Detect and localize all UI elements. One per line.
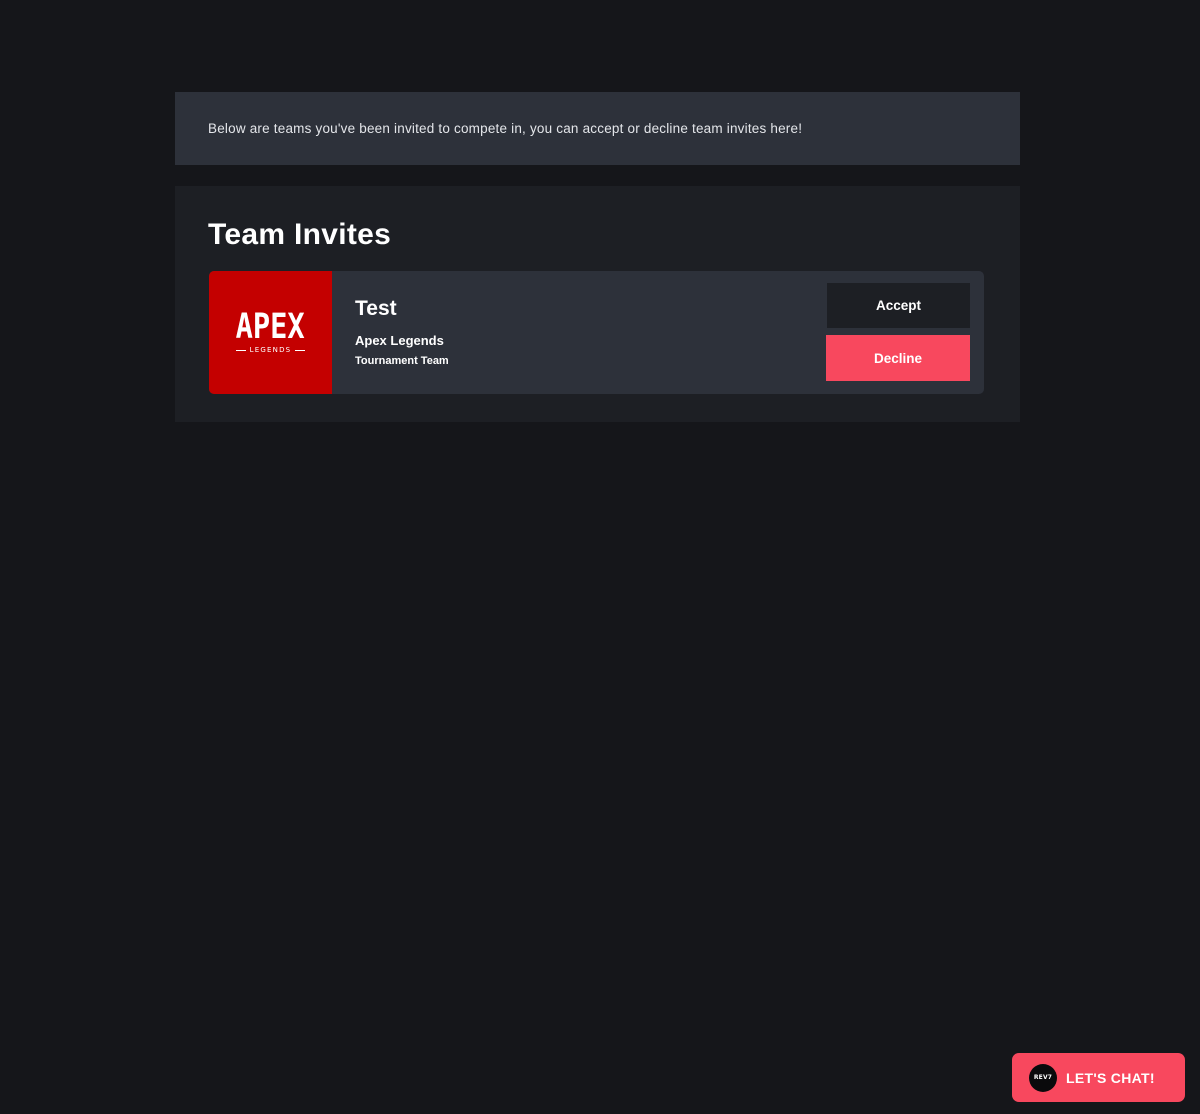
section-title: Team Invites — [208, 218, 392, 251]
logo-subline: LEGENDS — [235, 346, 306, 354]
logo-mark: APEX LEGENDS — [228, 307, 312, 354]
chat-label: LET'S CHAT! — [1066, 1069, 1155, 1086]
chat-avatar-icon: REV7 — [1029, 1063, 1057, 1092]
logo-divider-right — [295, 349, 306, 351]
logo-subtext: LEGENDS — [249, 346, 292, 354]
accept-button[interactable]: Accept — [827, 283, 970, 328]
apex-legends-logo: APEX LEGENDS — [209, 271, 332, 394]
invite-card: APEX LEGENDS Test Apex Legends Tournamen… — [209, 271, 984, 394]
team-name: Test — [355, 297, 397, 320]
chat-avatar-text: REV7 — [1033, 1074, 1053, 1081]
decline-button[interactable]: Decline — [826, 335, 970, 381]
logo-divider-left — [235, 349, 246, 351]
info-banner: Below are teams you've been invited to c… — [175, 92, 1020, 165]
game-name: Apex Legends — [355, 333, 444, 348]
info-banner-text: Below are teams you've been invited to c… — [208, 121, 803, 136]
chat-widget-button[interactable]: REV7 LET'S CHAT! — [1012, 1053, 1185, 1102]
logo-word: APEX — [235, 307, 306, 347]
team-invites-panel: Team Invites APEX LEGENDS Test Apex Lege… — [175, 186, 1020, 422]
team-type: Tournament Team — [355, 355, 449, 367]
